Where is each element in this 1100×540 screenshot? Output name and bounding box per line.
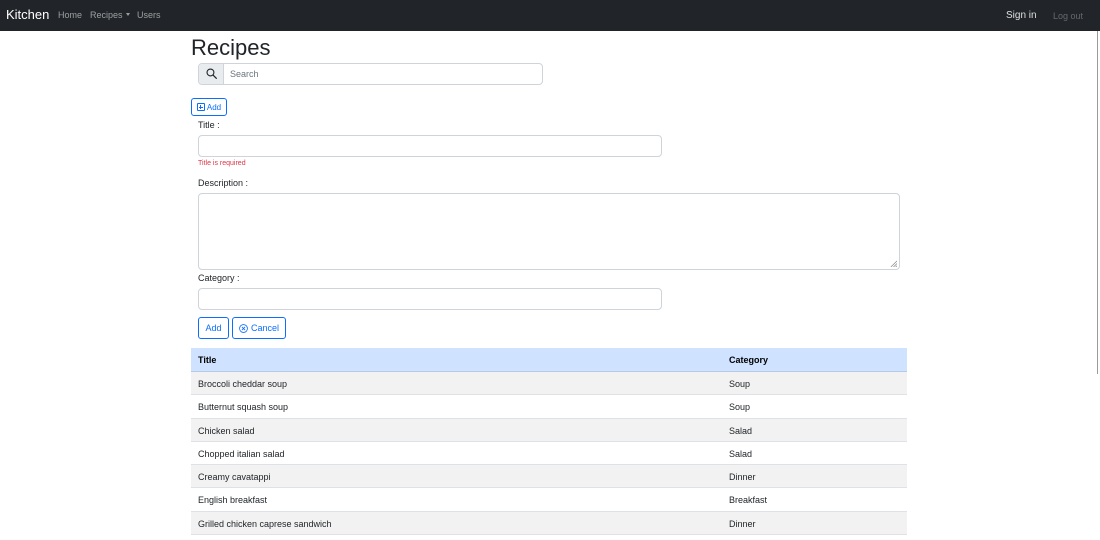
cell-category: Soup (729, 379, 751, 389)
cancel-button[interactable]: Cancel (232, 317, 286, 339)
cell-category: Soup (729, 402, 751, 413)
description-textarea[interactable] (198, 193, 900, 270)
cell-category: Dinner (729, 518, 756, 529)
column-header-category[interactable]: Category (729, 355, 768, 365)
x-circle-icon (239, 323, 248, 333)
cell-category: Dinner (729, 472, 756, 483)
title-label: Title : (198, 120, 220, 130)
table-row[interactable]: Chopped italian salad Salad (191, 442, 907, 466)
table-body: Broccoli cheddar soup Soup Butternut squ… (191, 372, 907, 536)
search-input[interactable] (224, 64, 542, 84)
sign-in-link[interactable]: Sign in (1006, 10, 1037, 21)
nav-link-home[interactable]: Home (58, 10, 82, 20)
cell-title: Chicken salad (198, 425, 255, 436)
submit-add-button[interactable]: Add (198, 317, 229, 339)
table-header: Title Category (191, 348, 907, 372)
plus-square-icon (196, 103, 205, 111)
nav-dropdown-recipes[interactable]: Recipes (90, 10, 130, 20)
resize-grip-icon[interactable] (890, 260, 897, 267)
cell-title: Broccoli cheddar soup (198, 379, 288, 389)
log-out-link[interactable]: Log out (1053, 11, 1083, 21)
cell-title: Creamy cavatappi (198, 472, 271, 483)
cancel-button-label: Cancel (250, 323, 279, 333)
table-row[interactable]: Creamy cavatappi Dinner (191, 465, 907, 489)
search-icon (206, 68, 217, 79)
caret-down-icon (125, 13, 130, 16)
brand-logo[interactable]: Kitchen (6, 7, 49, 22)
cell-title: Chopped italian salad (198, 448, 285, 459)
column-header-title[interactable]: Title (198, 355, 216, 365)
add-recipe-button-label: Add (206, 102, 222, 112)
page-scrollbar[interactable] (1097, 31, 1098, 374)
search-addon (199, 64, 224, 84)
table-row[interactable]: Chicken salad Salad (191, 418, 907, 442)
table-row[interactable]: Grilled chicken caprese sandwich Dinner (191, 511, 907, 536)
table-row[interactable]: English breakfast Breakfast (191, 488, 907, 512)
cell-title: English breakfast (198, 495, 268, 506)
cell-category: Salad (729, 425, 753, 436)
cell-title: Butternut squash soup (198, 402, 289, 413)
search-group (198, 63, 543, 85)
nav-dropdown-recipes-label: Recipes (90, 10, 123, 20)
title-error-message: Title is required (198, 160, 246, 167)
category-field[interactable] (198, 288, 662, 310)
top-navbar: Kitchen Home Recipes Users Sign in Log o… (0, 0, 1100, 31)
cell-category: Salad (729, 448, 753, 459)
table-row[interactable]: Broccoli cheddar soup Soup (191, 372, 907, 396)
title-field[interactable] (198, 135, 662, 157)
nav-link-users[interactable]: Users (137, 10, 161, 20)
page-title: Recipes (191, 35, 271, 60)
add-recipe-button[interactable]: Add (191, 98, 227, 116)
table-row[interactable]: Butternut squash soup Soup (191, 395, 907, 419)
cell-category: Breakfast (729, 495, 768, 506)
category-label: Category : (198, 273, 240, 283)
recipes-table: Title Category Broccoli cheddar soup Sou… (191, 348, 907, 536)
cell-title: Grilled chicken caprese sandwich (198, 518, 332, 529)
description-label: Description : (198, 178, 249, 188)
